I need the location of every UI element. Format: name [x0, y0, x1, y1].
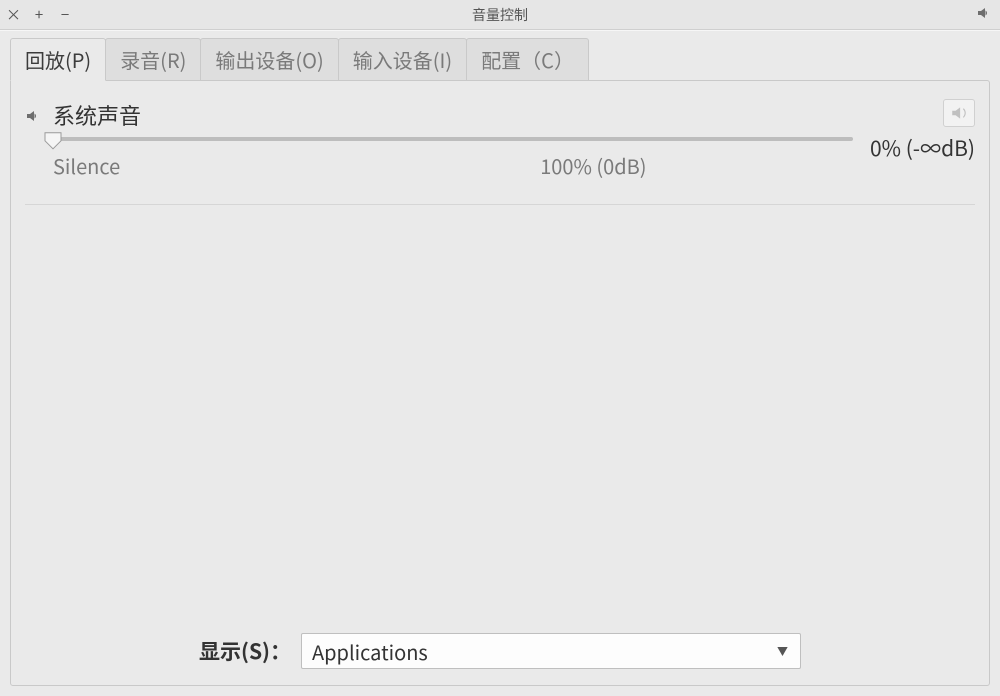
tab-configuration[interactable]: 配置（C） [466, 38, 589, 81]
minimize-icon[interactable]: − [58, 4, 72, 25]
tab-output-devices[interactable]: 输出设备(O) [200, 38, 338, 81]
mute-button[interactable] [943, 99, 975, 127]
window-title: 音量控制 [0, 5, 1000, 25]
titlebar: × + − 音量控制 [0, 0, 1000, 30]
slider-min-label: Silence [53, 151, 120, 180]
footer-bar: 显示(S)： Applications ▼ [25, 629, 975, 671]
tab-panel-playback: 系统声音 Silence [10, 80, 990, 686]
close-icon[interactable]: × [6, 4, 20, 25]
slider-mid-label: 100% (0dB) [540, 151, 646, 180]
tab-recording[interactable]: 录音(R) [105, 38, 201, 81]
show-select-value: Applications [312, 637, 428, 666]
stream-name: 系统声音 [53, 99, 858, 131]
volume-level-text: 0% (-∞dB) [870, 133, 975, 163]
content-area: 回放(P) 录音(R) 输出设备(O) 输入设备(I) 配置（C） 系统声音 [0, 30, 1000, 696]
volume-slider[interactable]: Silence 100% (0dB) [53, 137, 853, 180]
app-speaker-icon [976, 5, 992, 25]
stream-speaker-icon [25, 105, 41, 121]
show-select[interactable]: Applications ▼ [301, 633, 801, 669]
tabbar: 回放(P) 录音(R) 输出设备(O) 输入设备(I) 配置（C） [10, 45, 990, 81]
stream-header: 系统声音 Silence [25, 99, 975, 180]
show-label: 显示(S)： [199, 636, 291, 666]
window-controls: × + − [6, 0, 72, 29]
maximize-icon[interactable]: + [32, 4, 46, 25]
chevron-down-icon: ▼ [777, 643, 788, 659]
stream-row: 系统声音 Silence [25, 99, 975, 205]
stream-right-controls: 0% (-∞dB) [870, 99, 975, 163]
tab-playback[interactable]: 回放(P) [10, 38, 106, 81]
tab-input-devices[interactable]: 输入设备(I) [338, 38, 467, 81]
slider-thumb[interactable] [44, 132, 62, 150]
slider-labels: Silence 100% (0dB) [53, 151, 853, 180]
slider-track[interactable] [53, 137, 853, 141]
